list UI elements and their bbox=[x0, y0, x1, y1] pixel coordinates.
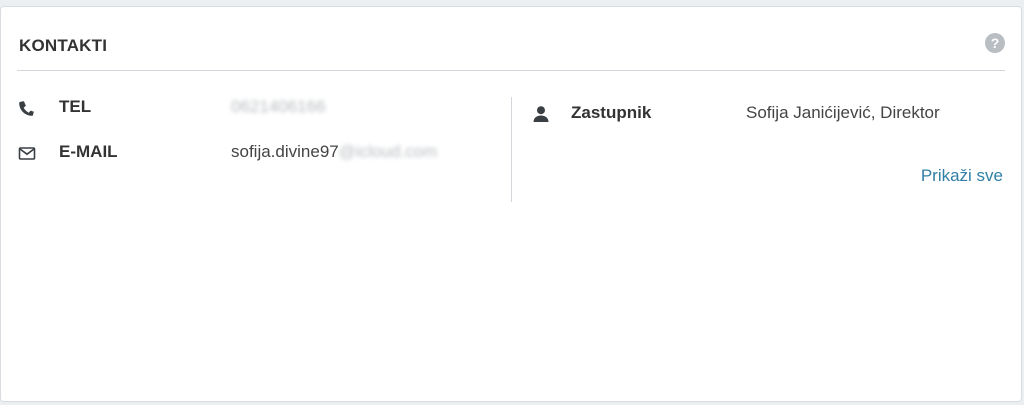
phone-value[interactable]: 0621406166 bbox=[231, 97, 326, 117]
contacts-panel: KONTAKTI ? TEL 0621406166 E-MAIL sofija.… bbox=[0, 6, 1022, 402]
phone-label: TEL bbox=[59, 97, 92, 116]
column-divider bbox=[511, 97, 512, 202]
email-value-visible: sofija.divine97 bbox=[231, 142, 339, 161]
envelope-icon bbox=[17, 143, 37, 163]
phone-row: TEL 0621406166 bbox=[17, 96, 497, 120]
help-icon[interactable]: ? bbox=[985, 33, 1005, 53]
show-all-link[interactable]: Prikaži sve bbox=[921, 166, 1003, 186]
phone-icon bbox=[17, 98, 37, 118]
email-value[interactable]: sofija.divine97@icloud.com bbox=[231, 142, 437, 162]
email-value-blurred: @icloud.com bbox=[338, 142, 438, 161]
representative-value: Sofija Janićijević, Direktor bbox=[746, 103, 940, 122]
email-label: E-MAIL bbox=[59, 142, 118, 161]
panel-title: KONTAKTI bbox=[19, 36, 108, 55]
user-icon bbox=[531, 104, 551, 124]
panel-header: KONTAKTI ? bbox=[17, 33, 1005, 71]
representative-row: Zastupnik Sofija Janićijević, Direktor bbox=[531, 102, 1001, 126]
email-row: E-MAIL sofija.divine97@icloud.com bbox=[17, 141, 497, 165]
representative-label: Zastupnik bbox=[571, 103, 652, 122]
